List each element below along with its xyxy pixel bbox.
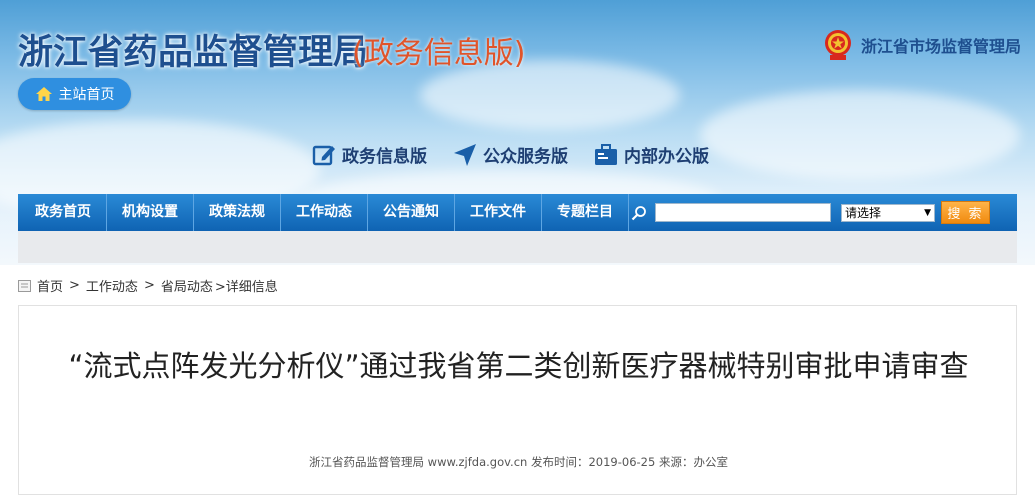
- cloud-decoration: [700, 90, 1020, 180]
- article-panel: “流式点阵发光分析仪”通过我省第二类创新医疗器械特别审批申请审查 浙江省药品监督…: [18, 305, 1017, 495]
- article-meta: 浙江省药品监督管理局 www.zjfda.gov.cn 发布时间：2019-06…: [309, 455, 728, 469]
- search-button[interactable]: 搜 索: [941, 201, 990, 224]
- breadcrumb: 首页 > 工作动态 > 省局动态 >详细信息: [18, 276, 278, 295]
- nav-item-work-documents[interactable]: 工作文件: [455, 194, 542, 231]
- sub-nav-bar: [18, 231, 1017, 263]
- breadcrumb-separator: >: [143, 278, 155, 293]
- nav-item-organization[interactable]: 机构设置: [107, 194, 194, 231]
- nav-item-policies[interactable]: 政策法规: [194, 194, 281, 231]
- select-value: 请选择: [845, 206, 882, 220]
- agency-link[interactable]: 浙江省市场监督管理局: [823, 28, 1021, 62]
- version-gov-info[interactable]: 政务信息版: [312, 142, 427, 167]
- home-button-label: 主站首页: [58, 87, 115, 103]
- breadcrumb-work-news[interactable]: 工作动态: [86, 276, 138, 295]
- version-label: 内部办公版: [624, 147, 709, 167]
- version-switcher: 政务信息版 公众服务版 内部办公版: [312, 142, 709, 167]
- agency-name: 浙江省市场监督管理局: [860, 37, 1021, 56]
- breadcrumb-current: >详细信息: [214, 280, 278, 295]
- breadcrumb-separator: >: [69, 278, 80, 293]
- article-title: “流式点阵发光分析仪”通过我省第二类创新医疗器械特别审批申请审查: [68, 349, 969, 383]
- search-icon: [631, 205, 646, 220]
- nav-item-gov-home[interactable]: 政务首页: [18, 194, 107, 231]
- version-public-service[interactable]: 公众服务版: [453, 142, 568, 167]
- version-internal-office[interactable]: 内部办公版: [594, 142, 709, 167]
- dropdown-arrow-icon: ▼: [924, 207, 931, 218]
- main-nav: 政务首页 机构设置 政策法规 工作动态 公告通知 工作文件 专题栏目 请选择 ▼…: [18, 194, 1017, 231]
- document-icon: [18, 279, 31, 292]
- version-label: 公众服务版: [483, 147, 568, 167]
- edit-icon: [312, 145, 335, 165]
- site-title: 浙江省药品监督管理局: [18, 33, 369, 73]
- search-input[interactable]: [655, 203, 831, 222]
- navigation-arrow-icon: [454, 143, 476, 166]
- nav-item-special-topics[interactable]: 专题栏目: [542, 194, 629, 231]
- briefcase-icon: [595, 143, 617, 165]
- breadcrumb-provincial-news[interactable]: 省局动态: [161, 276, 213, 295]
- nav-item-announcements[interactable]: 公告通知: [368, 194, 455, 231]
- breadcrumb-home[interactable]: 首页: [37, 276, 63, 295]
- version-label: 政务信息版: [342, 147, 427, 167]
- search-scope-select[interactable]: 请选择 ▼: [841, 203, 935, 222]
- site-subtitle: (政务信息版): [352, 36, 526, 71]
- nav-item-work-news[interactable]: 工作动态: [281, 194, 368, 231]
- home-icon: [35, 87, 52, 101]
- national-emblem-icon: [824, 30, 851, 60]
- home-button[interactable]: 主站首页: [18, 78, 131, 110]
